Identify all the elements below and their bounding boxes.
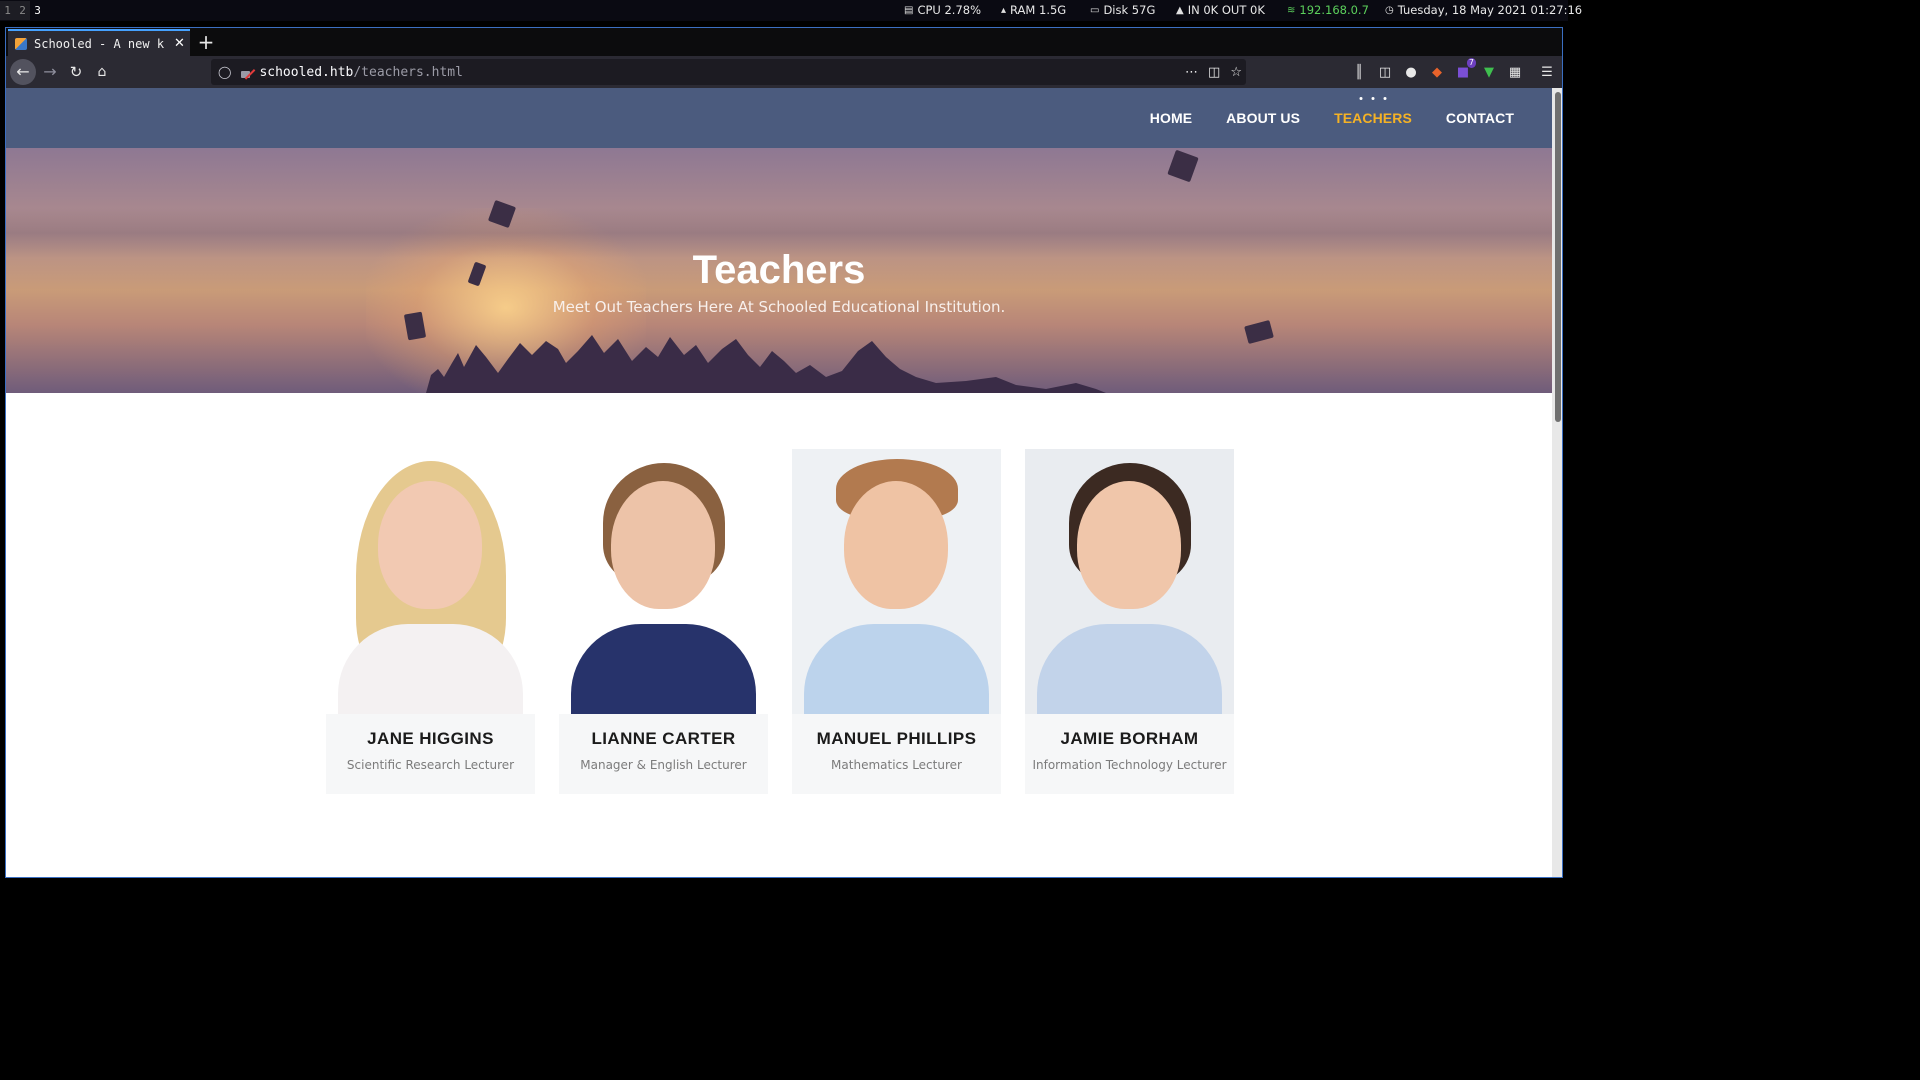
active-indicator-dots xyxy=(1359,97,1387,100)
new-tab-button[interactable]: + xyxy=(195,30,217,54)
teacher-grid: JANE HIGGINS Scientific Research Lecture… xyxy=(326,449,1234,794)
teacher-name: JAMIE BORHAM xyxy=(1060,729,1199,748)
site-favicon-icon xyxy=(15,37,27,50)
site-header: HOME ABOUT US TEACHERS CONTACT xyxy=(6,88,1552,148)
ip-status: ≋ 192.168.0.7 xyxy=(1287,0,1369,21)
nav-home[interactable]: HOME xyxy=(1133,88,1209,148)
ram-text: RAM 1.5G xyxy=(1010,3,1067,17)
url-host: schooled.htb xyxy=(259,64,354,80)
teacher-role: Manager & English Lecturer xyxy=(580,758,747,772)
nav-teachers[interactable]: TEACHERS xyxy=(1317,88,1429,148)
network-text: IN 0K OUT 0K xyxy=(1187,3,1265,17)
insecure-lock-icon[interactable] xyxy=(240,67,251,78)
toolbar-right: ║ ◫ ● ◆ ■ ▼ ▦ ☰ xyxy=(1350,57,1556,85)
url-text[interactable]: schooled.htb/teachers.html xyxy=(259,65,463,80)
teacher-photo xyxy=(326,449,535,714)
disk-status: ▭ Disk 57G xyxy=(1090,0,1155,21)
teacher-role: Scientific Research Lecturer xyxy=(346,758,515,772)
nav-contact[interactable]: CONTACT xyxy=(1429,88,1552,148)
extension-dark-icon[interactable]: ● xyxy=(1402,65,1420,80)
teacher-photo xyxy=(792,449,1001,714)
page-subtitle: Meet Out Teachers Here At Schooled Educa… xyxy=(552,298,1006,316)
reload-button[interactable]: ↻ xyxy=(63,59,89,85)
close-tab-icon[interactable]: ✕ xyxy=(174,36,185,51)
nav-teachers-label: TEACHERS xyxy=(1334,110,1412,126)
workspace-1[interactable]: 1 xyxy=(0,1,15,20)
tab-bar: Schooled - A new k ✕ + xyxy=(6,28,1562,56)
workspace-switcher: 1 2 3 xyxy=(0,1,45,20)
network-status: ▲ IN 0K OUT 0K xyxy=(1176,0,1265,21)
clock-icon: ◷ xyxy=(1385,5,1394,16)
hamburger-menu-icon[interactable]: ☰ xyxy=(1538,65,1556,80)
teacher-card[interactable]: MANUEL PHILLIPS Mathematics Lecturer xyxy=(792,449,1001,794)
cpu-status: ▤ CPU 2.78% xyxy=(904,0,981,21)
page-scrollbar[interactable] xyxy=(1552,88,1562,877)
forward-button[interactable]: → xyxy=(37,59,63,85)
tab-title: Schooled - A new k xyxy=(34,36,165,51)
url-actions: ⋯ ◫ ☆ xyxy=(1185,59,1242,85)
datetime-text: Tuesday, 18 May 2021 01:27:16 xyxy=(1397,3,1583,17)
teacher-card[interactable]: JANE HIGGINS Scientific Research Lecture… xyxy=(326,449,535,794)
bookmark-star-icon[interactable]: ☆ xyxy=(1230,65,1242,80)
network-chart-icon: ▲ xyxy=(1176,5,1184,16)
extension-badge-icon[interactable]: ■ xyxy=(1454,57,1476,80)
navigation-toolbar: ← → ↻ ⌂ ◯ schooled.htb/teachers.html ⋯ ◫… xyxy=(6,56,1562,88)
url-path: /teachers.html xyxy=(353,64,463,80)
teacher-card[interactable]: LIANNE CARTER Manager & English Lecturer xyxy=(559,449,768,794)
url-bar[interactable]: ◯ schooled.htb/teachers.html ⋯ ◫ ☆ xyxy=(211,59,1246,85)
graduation-cap-icon xyxy=(1167,149,1199,183)
extension-shield-icon[interactable]: ▼ xyxy=(1480,65,1498,80)
home-button[interactable]: ⌂ xyxy=(89,59,115,85)
teacher-card[interactable]: JAMIE BORHAM Information Technology Lect… xyxy=(1025,449,1234,794)
workspace-3[interactable]: 3 xyxy=(30,1,45,20)
pocket-icon[interactable]: ◫ xyxy=(1208,65,1220,80)
teacher-photo xyxy=(559,449,768,714)
library-icon[interactable]: ║ xyxy=(1350,65,1368,80)
cpu-icon: ▤ xyxy=(904,5,914,16)
disk-icon: ▭ xyxy=(1090,5,1100,16)
teacher-name: LIANNE CARTER xyxy=(591,729,736,748)
crowd-silhouette xyxy=(426,335,1106,393)
teacher-role: Mathematics Lecturer xyxy=(831,758,962,772)
extensions-grid-icon[interactable]: ▦ xyxy=(1506,65,1524,80)
cpu-text: CPU 2.78% xyxy=(917,3,982,17)
teacher-name: MANUEL PHILLIPS xyxy=(816,729,977,748)
page-title: Teachers xyxy=(692,248,866,292)
hero-banner: Teachers Meet Out Teachers Here At Schoo… xyxy=(6,148,1552,393)
workspace-2[interactable]: 2 xyxy=(15,1,30,20)
back-button[interactable]: ← xyxy=(10,59,36,85)
disk-text: Disk 57G xyxy=(1103,3,1156,17)
ip-text: 192.168.0.7 xyxy=(1299,3,1369,17)
nav-about[interactable]: ABOUT US xyxy=(1209,88,1317,148)
wifi-icon: ≋ xyxy=(1287,5,1296,16)
page-viewport: HOME ABOUT US TEACHERS CONTACT Teachers … xyxy=(6,88,1552,877)
teacher-photo xyxy=(1025,449,1234,714)
sidebar-icon[interactable]: ◫ xyxy=(1376,65,1394,80)
page-actions-icon[interactable]: ⋯ xyxy=(1185,65,1198,80)
system-status-bar: 1 2 3 ▤ CPU 2.78% ▴ RAM 1.5G ▭ Disk 57G … xyxy=(0,0,1582,21)
teacher-role: Information Technology Lecturer xyxy=(1032,758,1227,772)
ram-icon: ▴ xyxy=(1001,5,1007,16)
teacher-name: JANE HIGGINS xyxy=(367,729,494,748)
tracking-shield-icon[interactable]: ◯ xyxy=(218,65,231,79)
site-nav: HOME ABOUT US TEACHERS CONTACT xyxy=(1133,88,1552,148)
scrollbar-thumb[interactable] xyxy=(1555,92,1561,422)
extension-fox-icon[interactable]: ◆ xyxy=(1428,65,1446,80)
tab-schooled[interactable]: Schooled - A new k ✕ xyxy=(8,29,190,56)
ram-status: ▴ RAM 1.5G xyxy=(1001,0,1066,21)
datetime-status: ◷ Tuesday, 18 May 2021 01:27:16 xyxy=(1385,0,1582,21)
browser-window: Schooled - A new k ✕ + ← → ↻ ⌂ ◯ schoole… xyxy=(5,27,1563,878)
